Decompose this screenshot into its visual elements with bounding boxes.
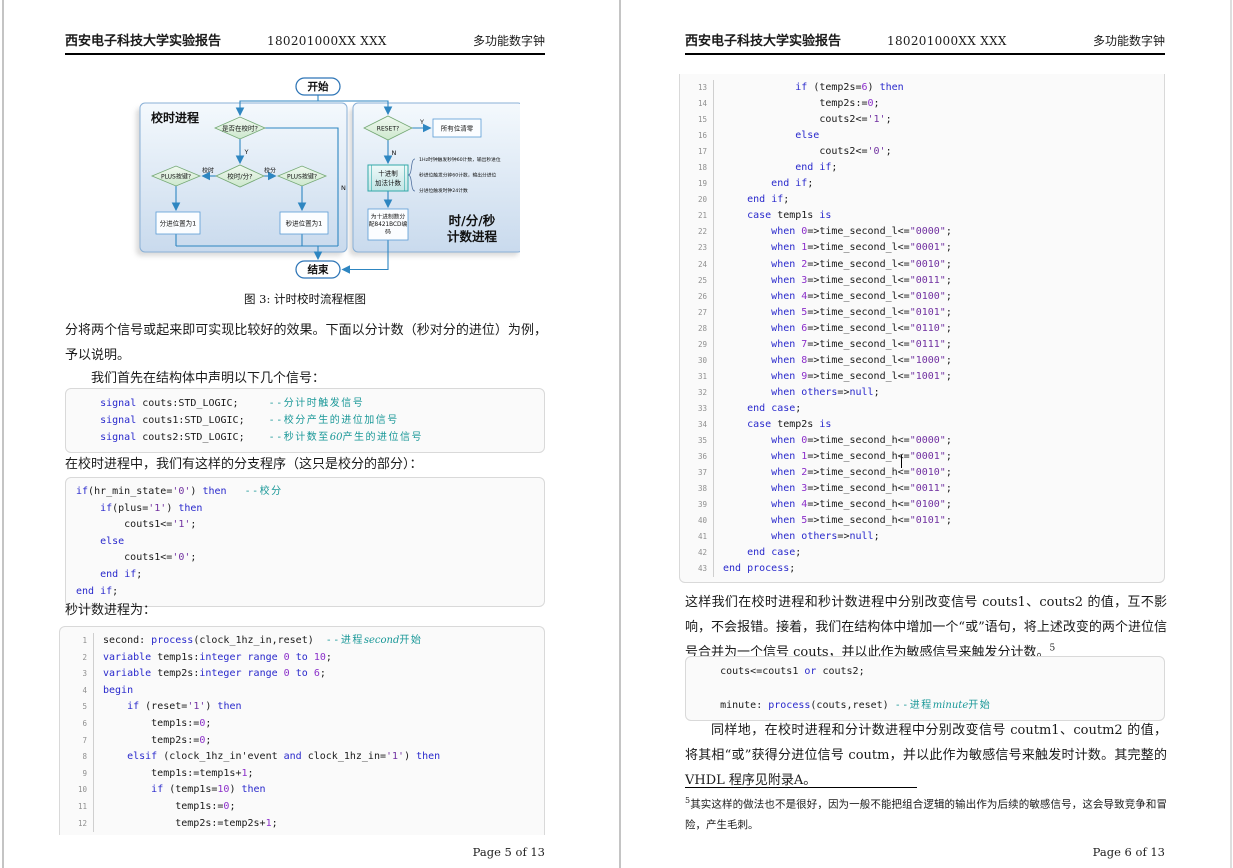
footnote-rule (685, 787, 917, 788)
adjust-panel-title: 校时进程 (151, 110, 199, 125)
footnote-reference: 5 (1050, 644, 1056, 654)
paragraph-5-text: 这样我们在校时进程和秒计数进程中分别改变信号 couts1、couts2 的值，… (685, 595, 1167, 660)
process-sec-carry-label: 秒进位置为1 (286, 219, 323, 228)
header-institution: 西安电子科技大学实验报告 (65, 30, 221, 49)
header-doc-title: 多功能数字钟 (1093, 32, 1165, 49)
header-student-id: 180201000XX XXX (267, 34, 387, 48)
process-decimal-counter-label1: 十进制 (378, 169, 398, 178)
paragraph-5: 这样我们在校时进程和秒计数进程中分别改变信号 couts1、couts2 的值，… (685, 590, 1167, 665)
page-divider (619, 0, 621, 868)
label-n2: N (392, 149, 397, 157)
label-y1: Y (244, 148, 249, 156)
page-header: 西安电子科技大学实验报告 180201000XX XXX 多功能数字钟 (65, 30, 545, 55)
process-min-carry-label: 分进位置为1 (160, 219, 197, 228)
label-y2: Y (419, 118, 424, 126)
end-label: 结束 (308, 263, 329, 276)
count-panel-title2: 计数进程 (447, 229, 498, 244)
figure-caption: 图 3: 计时校时流程框图 (65, 291, 545, 307)
decision-reset-label: RESET? (377, 126, 399, 133)
paragraph-1: 分将两个信号或起来即可实现比较好的效果。下面以分计数（秒对分的进位）为例，予以说… (65, 318, 547, 368)
right-page-edge (1230, 0, 1232, 868)
process-decimal-counter (368, 165, 408, 191)
decision-plus-left-label: PLUS按键? (161, 173, 191, 181)
code-block-or-statement: couts<=couts1 or couts2; minute: process… (685, 656, 1165, 721)
process-decimal-counter-label2: 加法计数 (375, 178, 402, 187)
code-block-signals: signal couts:STD_LOGIC; --分计时触发信号 signal… (65, 388, 545, 453)
code-block-second-process-continued: 13 if (temp2s=6) then14 temp2s:=0;15 cou… (679, 74, 1165, 583)
paragraph-6: 同样地，在校时进程和分计数进程中分别改变信号 coutm1、coutm2 的值，… (685, 718, 1167, 793)
page-footer: Page 6 of 13 (685, 845, 1165, 859)
label-n1: N (341, 184, 346, 192)
decision-in-adjust-label: 是否在校时? (222, 124, 258, 133)
paragraph-4: 秒计数进程为： (65, 598, 547, 623)
footnote-text: 其实这样的做法也不是很好，因为一般不能把组合逻辑的输出作为后续的敏感信号，这会导… (685, 799, 1167, 831)
label-adjust-min: 校分 (264, 167, 276, 175)
text-cursor (901, 455, 902, 468)
count-panel-title1: 时/分/秒 (449, 213, 496, 228)
code-block-second-process: 1second: process(clock_1hz_in,reset) --进… (59, 626, 545, 835)
page-5: 西安电子科技大学实验报告 180201000XX XXX 多功能数字钟 (4, 0, 619, 868)
page-6: 西安电子科技大学实验报告 180201000XX XXX 多功能数字钟 13 i… (622, 0, 1230, 868)
flowchart-figure: 开始 结束 校时进程 是否在校时? 校时/分? PLUS按键? PLUS按键? … (115, 72, 520, 287)
page-header: 西安电子科技大学实验报告 180201000XX XXX 多功能数字钟 (685, 30, 1165, 55)
code-block-branch: if(hr_min_state='0') then --校分 if(plus='… (65, 477, 545, 607)
header-doc-title: 多功能数字钟 (473, 32, 545, 49)
decision-plus-right-label: PLUS按键? (287, 173, 317, 181)
footnote: 5其实这样的做法也不是很好，因为一般不能把组合逻辑的输出作为后续的敏感信号，这会… (685, 791, 1167, 835)
header-student-id: 180201000XX XXX (887, 34, 1007, 48)
label-adjust-hr: 校时 (202, 167, 214, 175)
header-institution: 西安电子科技大学实验报告 (685, 30, 841, 49)
page-footer: Page 5 of 13 (65, 845, 545, 859)
paragraph-3: 在校时进程中，我们有这样的分支程序（这只是校分的部分）： (65, 452, 547, 477)
process-clear-all-label: 所有位清零 (441, 124, 474, 133)
start-label: 开始 (308, 80, 329, 93)
decision-hr-or-min-label: 校时/分? (227, 172, 252, 181)
